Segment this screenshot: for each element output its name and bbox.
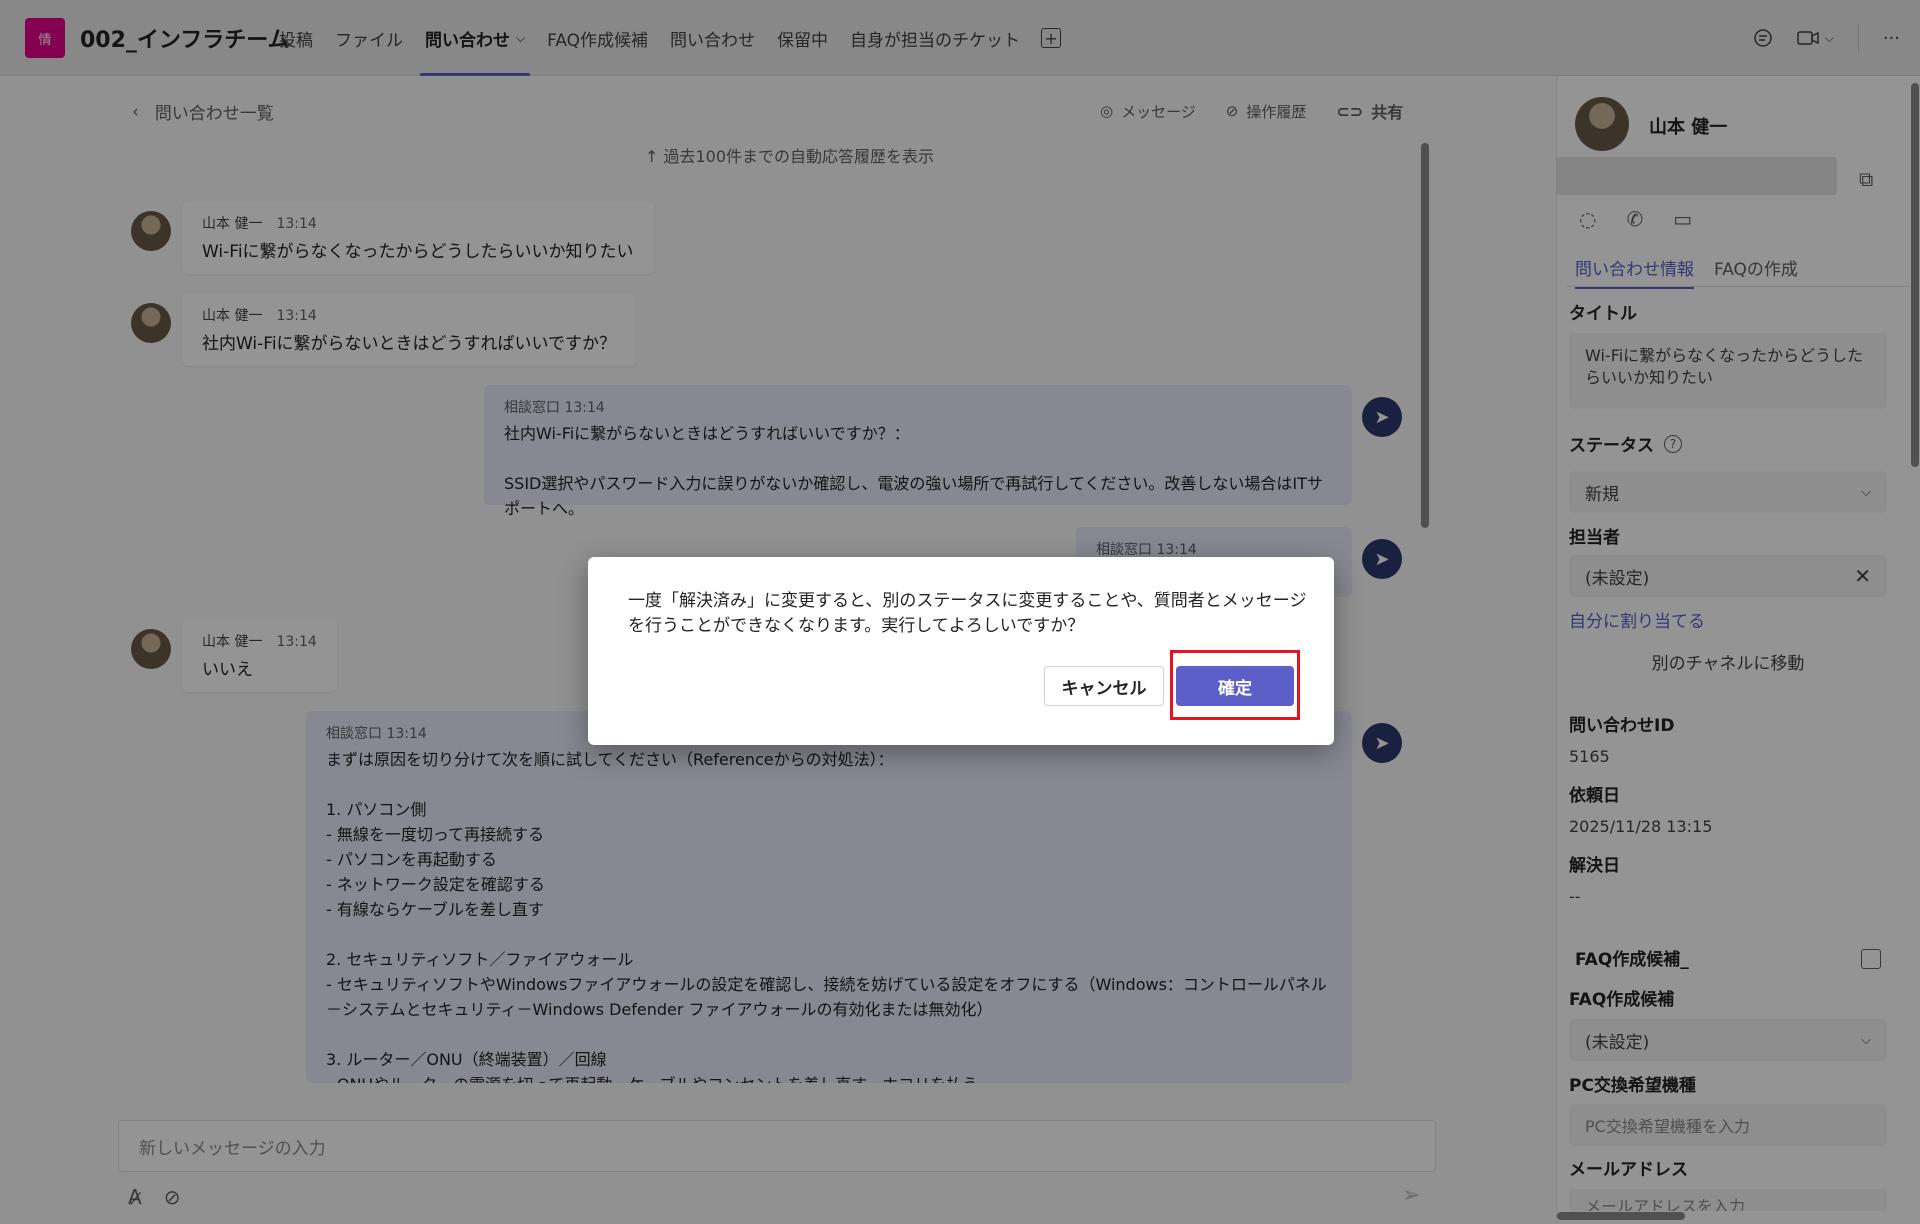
highlight-box <box>1170 650 1300 720</box>
confirm-dialog: 一度「解決済み」に変更すると、別のステータスに変更することや、質問者とメッセージ… <box>588 557 1334 745</box>
dialog-message: 一度「解決済み」に変更すると、別のステータスに変更することや、質問者とメッセージ… <box>628 591 1307 636</box>
cancel-button[interactable]: キャンセル <box>1044 666 1164 706</box>
